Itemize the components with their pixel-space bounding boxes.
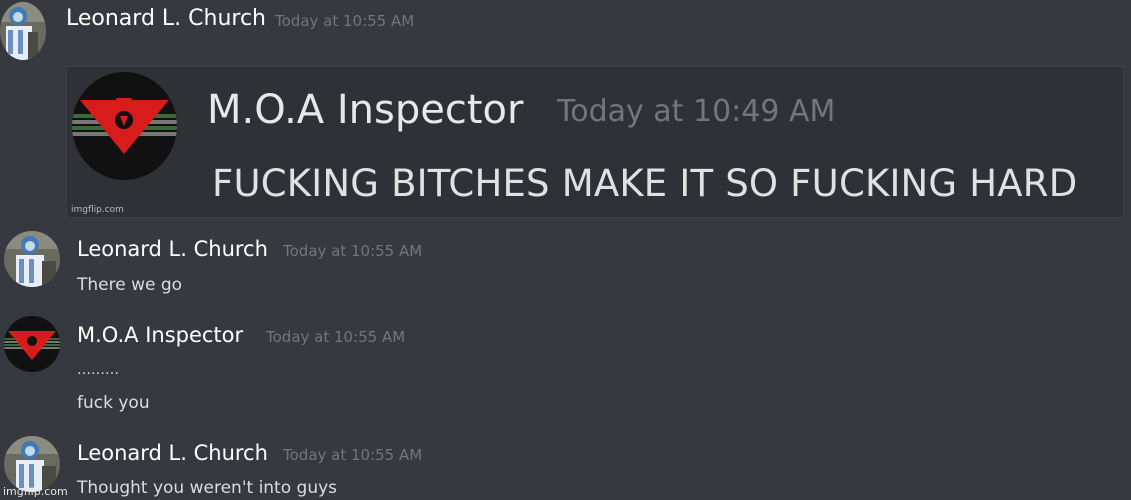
message-text: There we go xyxy=(77,275,183,295)
message-author[interactable]: M.O.A Inspector xyxy=(77,323,243,347)
message-text: fuck you xyxy=(77,393,150,413)
embedded-image[interactable]: M.O.A Inspector Today at 10:49 AM FUCKIN… xyxy=(66,66,1124,218)
message-timestamp: Today at 10:55 AM xyxy=(266,328,406,346)
message-author[interactable]: Leonard L. Church xyxy=(66,6,266,31)
message-timestamp: Today at 10:55 AM xyxy=(283,242,423,260)
message-text: Thought you weren't into guys xyxy=(77,478,338,498)
inspector-emblem-icon xyxy=(72,72,177,180)
embed-author: M.O.A Inspector xyxy=(207,87,524,133)
leonard-avatar-icon[interactable] xyxy=(0,2,46,60)
embed-watermark: imgflip.com xyxy=(71,205,124,215)
embed-message-text: FUCKING BITCHES MAKE IT SO FUCKING HARD xyxy=(212,162,1078,205)
message-timestamp: Today at 10:55 AM xyxy=(283,446,423,464)
message-text: ……… xyxy=(77,362,119,378)
leonard-avatar-icon[interactable] xyxy=(4,231,60,287)
message-timestamp: Today at 10:55 AM xyxy=(275,12,415,30)
message-author[interactable]: Leonard L. Church xyxy=(77,237,268,261)
inspector-emblem-icon[interactable] xyxy=(4,316,60,372)
imgflip-watermark: imgflip.com xyxy=(3,485,68,498)
message-author[interactable]: Leonard L. Church xyxy=(77,441,268,465)
embed-timestamp: Today at 10:49 AM xyxy=(557,94,836,129)
leonard-avatar-icon[interactable] xyxy=(4,436,60,492)
